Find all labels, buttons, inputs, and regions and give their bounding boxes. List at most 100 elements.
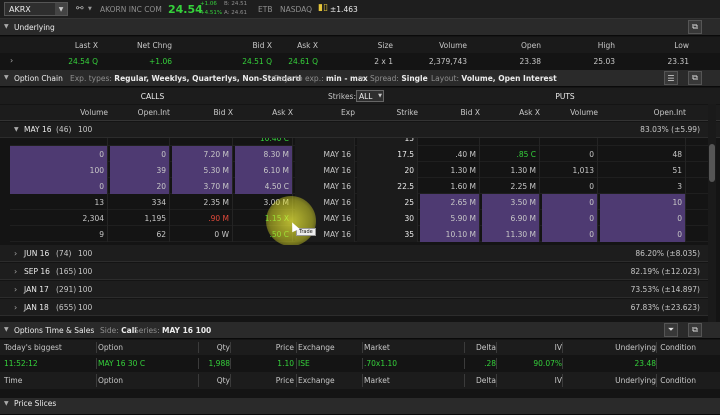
chain-row[interactable]: 133342.35 M3.00 MMAY 16252.65 M3.50 M010	[0, 194, 708, 210]
col-put-volume[interactable]: Volume	[542, 105, 598, 120]
popout-button[interactable]: ⧉	[688, 71, 702, 85]
ts-market[interactable]: Market	[364, 340, 464, 355]
chevron-right-icon[interactable]: ›	[14, 267, 17, 276]
ts-iv[interactable]: IV	[498, 372, 562, 389]
chevron-down-icon[interactable]: ▼	[4, 23, 9, 30]
cell-put-bid[interactable]: 2.65 M	[420, 194, 480, 210]
time-sales-header[interactable]: ▼ Options Time & Sales Side: Call Series…	[0, 322, 720, 339]
cell-put-bid[interactable]: 5.90 M	[420, 210, 480, 226]
exp-types-filter[interactable]: Exp. types: Regular, Weeklys, Quarterlys…	[70, 74, 301, 83]
ts-qty[interactable]: Qty	[200, 340, 230, 355]
ts-price[interactable]: Price	[232, 372, 294, 389]
price-slices-header[interactable]: ▼ Price Slices	[0, 398, 720, 415]
cell-put-bid[interactable]: 1.30 M	[420, 162, 480, 178]
ts-underlying[interactable]: Underlying	[564, 372, 656, 389]
cell-call-bid[interactable]: 2.35 M	[172, 194, 233, 210]
col-exp[interactable]: Exp	[295, 105, 355, 120]
ts-price[interactable]: Price	[232, 340, 294, 355]
cell-call-ask[interactable]: 10.40 C	[235, 138, 293, 146]
cell-put-bid[interactable]: 1.60 M	[420, 178, 480, 194]
link-icon[interactable]: ⚯	[76, 4, 84, 14]
cell-put-ask[interactable]: 11.30 M	[482, 226, 540, 242]
symbol-selector[interactable]: AKRX ▼	[4, 2, 68, 16]
col-size[interactable]: Size	[320, 37, 393, 53]
chevron-down-icon[interactable]: ▼	[360, 76, 364, 82]
cell-call-ask[interactable]: 4.50 C	[235, 178, 293, 194]
strikes-dropdown[interactable]: ALL ▼	[356, 90, 384, 102]
cell-call-bid[interactable]	[172, 138, 233, 146]
chevron-right-icon[interactable]: ›	[14, 249, 17, 258]
col-low[interactable]: Low	[617, 37, 689, 53]
ts-iv[interactable]: IV	[498, 340, 562, 355]
col-ask[interactable]: Ask X	[274, 37, 318, 53]
ts-qty[interactable]: Qty	[200, 372, 230, 389]
expiration-row[interactable]: › JUN 16 (74) 100 86.20% (±8.035)	[0, 245, 708, 262]
menu-button[interactable]: ☰	[664, 71, 678, 85]
expiration-may16[interactable]: ▼ MAY 16 (46) 100 83.03% (±5.99)	[0, 122, 720, 138]
symbol-input[interactable]: AKRX	[9, 5, 31, 14]
col-call-volume[interactable]: Volume	[10, 105, 108, 120]
cell-call-ask[interactable]: 8.30 M	[235, 146, 293, 162]
col-call-ask[interactable]: Ask X	[235, 105, 293, 120]
popout-button[interactable]: ⧉	[688, 323, 702, 337]
cell-call-ask[interactable]: 6.10 M	[235, 162, 293, 178]
chevron-down-icon[interactable]: ▼	[14, 126, 19, 133]
col-strike[interactable]: Strike	[357, 105, 418, 120]
ts-condition[interactable]: Condition	[658, 372, 696, 389]
filter-button[interactable]: ⏷	[664, 323, 678, 337]
col-bid[interactable]: Bid X	[174, 37, 272, 53]
layout-filter[interactable]: Layout: Volume, Open Interest	[431, 74, 557, 83]
chevron-right-icon[interactable]: ›	[14, 303, 17, 312]
cell-call-bid[interactable]: .90 M	[172, 210, 233, 226]
col-call-bid[interactable]: Bid X	[172, 105, 233, 120]
cell-put-bid[interactable]: 10.10 M	[420, 226, 480, 242]
col-volume[interactable]: Volume	[395, 37, 467, 53]
cell-call-bid[interactable]: 7.20 M	[172, 146, 233, 162]
col-net-change[interactable]: Net Chng	[100, 37, 172, 53]
side-filter[interactable]: Side: Call	[100, 326, 137, 335]
cell-put-ask[interactable]: 6.90 M	[482, 210, 540, 226]
ts-condition[interactable]: Condition	[658, 340, 696, 355]
expiration-row[interactable]: › JAN 17 (291) 100 73.53% (±14.897)	[0, 281, 708, 298]
cell-call-bid[interactable]: 3.70 M	[172, 178, 233, 194]
col-put-ask[interactable]: Ask X	[482, 105, 540, 120]
cell-put-ask[interactable]	[482, 138, 540, 146]
ts-underlying[interactable]: Underlying	[564, 340, 656, 355]
col-open[interactable]: Open	[469, 37, 541, 53]
cell-put-ask[interactable]: 3.50 M	[482, 194, 540, 210]
ts-option[interactable]: Option	[98, 372, 198, 389]
chain-row[interactable]: 0 0 7.20 M 8.30 M MAY 16 17.5.40 M .85 C 0 48	[0, 146, 708, 162]
chevron-right-icon[interactable]: ›	[10, 56, 13, 65]
chevron-down-icon[interactable]: ▼	[4, 326, 9, 333]
expiration-row[interactable]: › SEP 16 (165) 100 82.19% (±12.023)	[0, 263, 708, 280]
ts-option[interactable]: Option	[98, 340, 198, 355]
chevron-down-icon[interactable]: ▼	[4, 74, 9, 81]
col-call-open-int[interactable]: Open.Int	[110, 105, 170, 120]
cell-call-bid[interactable]: 5.30 M	[172, 162, 233, 178]
col-put-open-int[interactable]: Open.Int	[600, 105, 686, 120]
chevron-right-icon[interactable]: ›	[14, 285, 17, 294]
cell-put-ask[interactable]: 2.25 M	[482, 178, 540, 194]
spread-filter[interactable]: Spread: Single	[370, 74, 428, 83]
cell-put-bid[interactable]	[420, 138, 480, 146]
cell-put-bid[interactable]: .40 M	[420, 146, 480, 162]
ts-exchange[interactable]: Exchange	[298, 372, 362, 389]
ts-delta[interactable]: Delta	[466, 372, 496, 389]
chain-row-partial[interactable]: 10.40 C 15	[0, 138, 708, 146]
cell-call-bid[interactable]: 0 W	[172, 226, 233, 242]
series-filter[interactable]: Series: MAY 16 100	[134, 326, 211, 335]
chain-row[interactable]: 2,3041,195.90 M1.15 XMAY 16305.90 M6.90 …	[0, 210, 708, 226]
chart-bars-icon[interactable]: ▮▯	[318, 3, 328, 13]
option-chain-header[interactable]: ▼ Option Chain Exp. types: Regular, Week…	[0, 70, 720, 87]
underlying-header[interactable]: ▼ Underlying ⧉	[0, 19, 720, 36]
col-high[interactable]: High	[543, 37, 615, 53]
chain-row[interactable]: 100 39 5.30 M 6.10 M MAY 16 20 1.30 M 1.30 M 1,0…	[0, 162, 708, 178]
chevron-down-icon[interactable]: ▼	[55, 3, 67, 15]
ts-time[interactable]: Time	[4, 372, 94, 389]
days-to-exp-filter[interactable]: Days to exp.: min - max	[274, 74, 368, 83]
chain-row[interactable]: 9620 W.50 CMAY 163510.10 M11.30 M00	[0, 226, 708, 242]
chevron-down-icon[interactable]: ▼	[88, 6, 92, 12]
scrollbar-thumb[interactable]	[709, 144, 715, 182]
cell-put-ask[interactable]: .85 C	[482, 146, 540, 162]
expiration-row[interactable]: › JAN 18 (655) 100 67.83% (±23.623)	[0, 299, 708, 316]
